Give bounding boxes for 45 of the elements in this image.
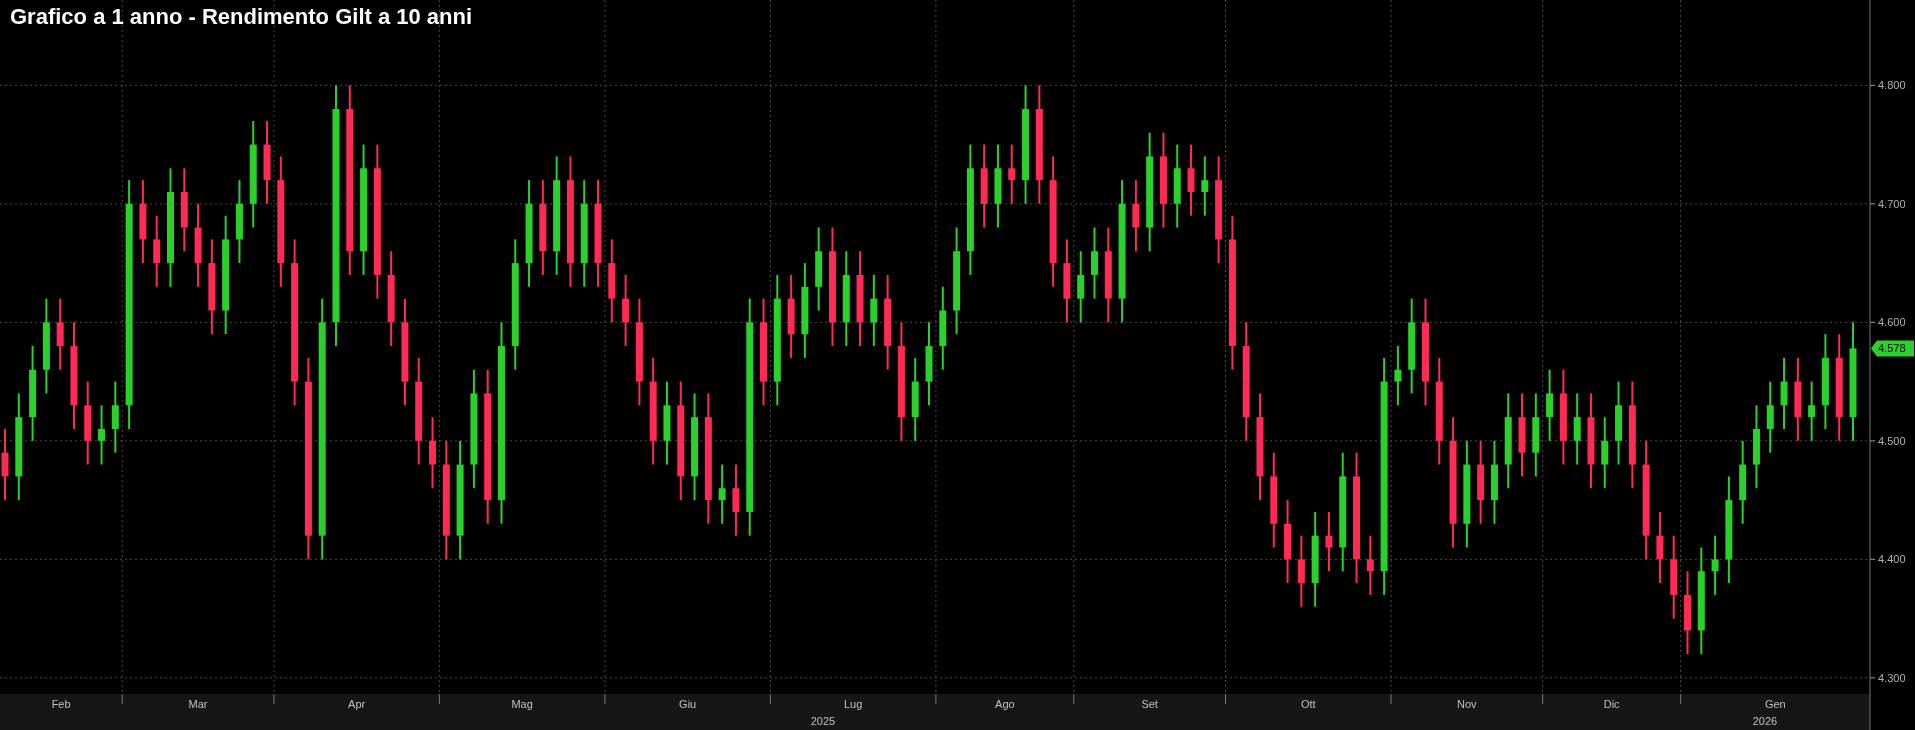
- candlestick: [153, 215, 161, 287]
- candlestick: [1601, 417, 1609, 489]
- candlestick: [1546, 369, 1554, 441]
- candlestick: [1780, 357, 1788, 429]
- candlestick: [1573, 393, 1581, 465]
- candlestick: [1187, 144, 1195, 216]
- y-axis-label: 4.300: [1878, 671, 1906, 684]
- chart-title: Grafico a 1 anno - Rendimento Gilt a 10 anni: [10, 3, 473, 31]
- y-axis-label: 4.700: [1878, 197, 1906, 210]
- year-label: 2026: [1752, 715, 1778, 727]
- last-value-tag: 4.578: [1871, 340, 1914, 357]
- x-axis-label: Ott: [1300, 698, 1316, 710]
- year-label: 2025: [810, 715, 836, 727]
- x-axis-label: Lug: [843, 698, 863, 710]
- y-axis-label: 4.600: [1878, 316, 1906, 329]
- y-axis-label: 4.800: [1878, 79, 1906, 92]
- x-axis-label: Mag: [511, 698, 533, 710]
- x-axis-label: Set: [1141, 698, 1158, 710]
- candlestick: [1766, 381, 1774, 453]
- candlestick: [1394, 346, 1402, 406]
- candlestick: [1008, 144, 1016, 204]
- candlestick: [1132, 180, 1140, 252]
- x-axis-label: Mar: [188, 698, 208, 710]
- x-axis-label: Nov: [1457, 698, 1477, 710]
- candlestick: [1, 429, 9, 501]
- candlestick: [718, 464, 726, 524]
- candlestick: [111, 381, 119, 453]
- x-axis-label: Feb: [51, 698, 71, 710]
- candlestick: [1808, 381, 1816, 441]
- y-axis-label: 4.400: [1878, 553, 1906, 566]
- candlestick: [56, 298, 64, 370]
- x-axis-label: Gen: [1764, 698, 1786, 710]
- candlestick: [1201, 156, 1209, 216]
- candlestick: [1711, 535, 1719, 595]
- candlestick: [98, 405, 106, 465]
- candlestick: [1077, 251, 1085, 323]
- x-axis-label: Dic: [1603, 698, 1620, 710]
- candlestick: [1325, 511, 1333, 572]
- x-axis-label: Giu: [679, 698, 697, 710]
- y-axis-label: 4.500: [1878, 434, 1906, 447]
- x-axis-label: Apr: [348, 698, 366, 710]
- candlestick: [1366, 535, 1374, 595]
- candlestick: [732, 464, 740, 536]
- candlestick: [1297, 535, 1305, 607]
- x-axis-label: Ago: [995, 698, 1015, 710]
